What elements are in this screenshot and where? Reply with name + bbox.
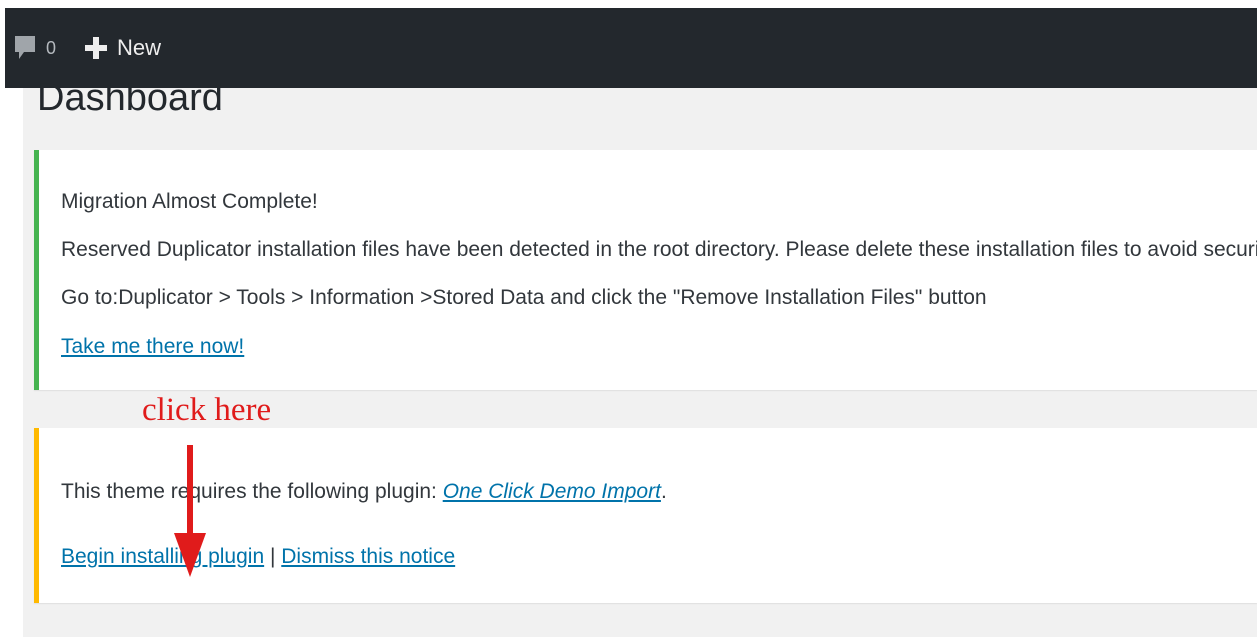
speech-bubble-icon (15, 36, 35, 59)
plugin-required-suffix: . (660, 480, 667, 503)
take-me-there-link[interactable]: Take me there now! (61, 335, 244, 358)
begin-installing-plugin-link[interactable]: Begin installing plugin (61, 545, 264, 568)
migration-notice-instructions: Go to:Duplicator > Tools > Information >… (61, 286, 987, 309)
new-label: New (117, 35, 162, 60)
migration-notice-link-row: Take me there now! (61, 335, 244, 359)
plugin-required-text: This theme requires the following plugin… (61, 480, 667, 504)
comments-count: 0 (46, 37, 57, 58)
dismiss-notice-link[interactable]: Dismiss this notice (281, 545, 455, 568)
screenshot-page: 0 New Dashboard Migration Almost Complet… (0, 0, 1257, 637)
migration-notice-title: Migration Almost Complete! (61, 190, 318, 213)
page-title: Dashboard (37, 77, 223, 119)
actions-separator: | (264, 545, 282, 568)
plus-icon (85, 37, 107, 59)
plugin-required-notice: This theme requires the following plugin… (34, 428, 1257, 603)
plugin-notice-actions: Begin installing plugin | Dismiss this n… (61, 545, 455, 569)
red-down-arrow-icon (174, 445, 206, 577)
one-click-demo-import-link[interactable]: One Click Demo Import (443, 480, 661, 503)
plugin-required-prefix: This theme requires the following plugin… (61, 480, 443, 503)
migration-notice-text: Reserved Duplicator installation files h… (61, 238, 1257, 261)
migration-notice: Migration Almost Complete! Reserved Dupl… (34, 150, 1257, 390)
click-here-annotation: click here (142, 392, 272, 428)
